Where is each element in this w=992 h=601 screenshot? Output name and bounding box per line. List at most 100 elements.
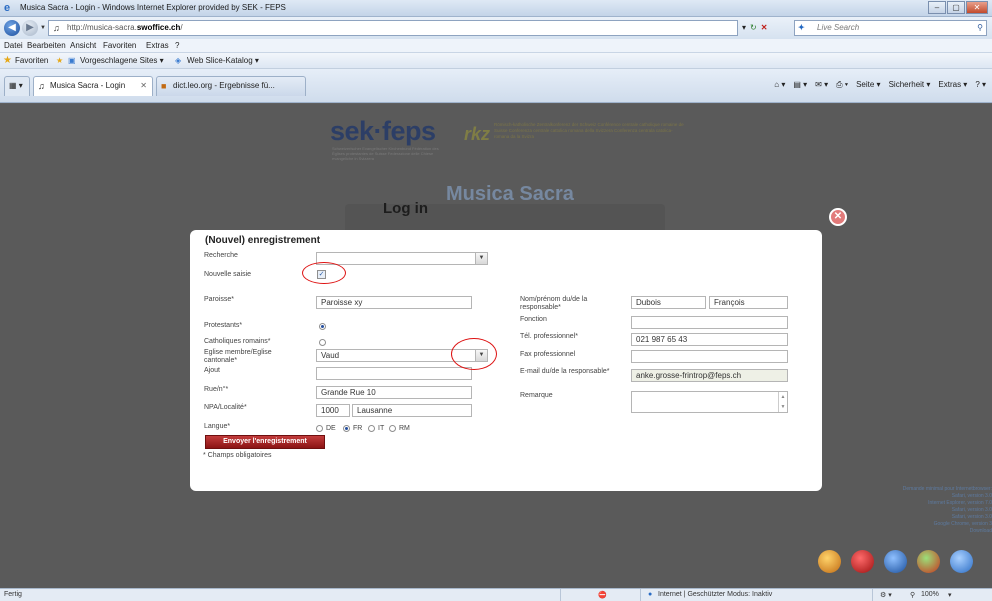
registration-modal: (Nouvel) enregistrement Recherche ▼ Nouv… [190,230,822,491]
annotation-ring-checkbox [302,262,346,284]
protected-mode-icon[interactable]: ⚙ ▾ [880,591,892,599]
quick-tabs-button[interactable]: ▦ ▾ [4,76,30,96]
rue-input[interactable]: Grande Rue 10 [316,386,472,399]
langue-fr-radio[interactable] [343,425,350,432]
status-text: Fertig [4,591,22,598]
favorites-button[interactable]: Favoriten [15,56,48,65]
help-icon[interactable]: ? ▾ [975,80,986,90]
paroisse-label: Paroisse* [204,296,234,303]
chevron-down-icon: ▼ [475,253,487,264]
langue-rm-radio[interactable] [389,425,396,432]
menu-extras[interactable]: Extras [146,41,169,50]
suggested-sites-link[interactable]: Vorgeschlagene Sites ▾ [80,56,164,65]
status-bar: Fertig ⛔ ● Internet | Geschützter Modus:… [0,588,992,601]
suggested-sites-icon: ▣ [68,56,76,65]
textarea-scrollbar[interactable]: ▲ ▼ [778,392,787,412]
security-zone[interactable]: Internet | Geschützter Modus: Inaktiv [658,591,772,598]
npa-input[interactable]: 1000 [316,404,350,417]
search-input[interactable]: ✦ Live Search ⚲ [794,20,987,36]
zoom-level[interactable]: 100% [921,591,939,598]
menu-sicherheit[interactable]: Sicherheit ▾ [889,80,931,90]
nouvelle-saisie-label: Nouvelle saisie [204,271,252,278]
home-icon[interactable]: ⌂ ▾ [774,80,785,90]
langue-it-radio[interactable] [368,425,375,432]
tab-musica-sacra[interactable]: ♫ Musica Sacra - Login ✕ [33,76,153,96]
close-window-button[interactable]: ✕ [966,1,988,14]
add-favorite-icon[interactable]: ★ [56,56,63,65]
submit-button[interactable]: Envoyer l'enregistrement [205,435,325,449]
web-slice-link[interactable]: Web Slice-Katalog ▾ [187,56,259,65]
popup-blocked-icon[interactable]: ⛔ [598,591,607,599]
menu-seite[interactable]: Seite ▾ [856,80,880,90]
search-icon[interactable]: ⚲ [977,21,983,35]
refresh-icon[interactable]: ↻ [750,21,757,35]
localite-input[interactable]: Lausanne [352,404,472,417]
search-placeholder: Live Search [817,23,860,32]
print-icon[interactable]: ⎙ ▾ [836,80,848,90]
fax-input[interactable] [631,350,788,363]
url-field[interactable]: ♫ http://musica-sacra.swoffice.ch/ [48,20,738,36]
sek-feps-subtitle: Schweizerischer Evangelischer Kirchenbun… [332,146,439,161]
notice-line: Google Chrome, version 3 [933,521,992,527]
nom-input[interactable]: Dubois [631,296,706,309]
tel-input[interactable]: 021 987 65 43 [631,333,788,346]
history-dropdown-icon[interactable]: ▼ [40,25,46,31]
remarque-textarea[interactable]: ▲ ▼ [631,391,788,413]
close-tab-icon[interactable]: ✕ [140,77,147,95]
fonction-label: Fonction [520,316,547,323]
fonction-input[interactable] [631,316,788,329]
zoom-icon[interactable]: ⚲ [910,591,915,599]
window-titlebar: e Musica Sacra - Login - Windows Interne… [0,0,992,17]
chrome-icon[interactable] [917,550,940,573]
menu-datei[interactable]: Datei [4,41,23,50]
annotation-ring-select [451,338,497,370]
ajout-label: Ajout [204,367,220,374]
zoom-dropdown-icon[interactable]: ▾ [948,591,952,599]
notice-line: Internet Explorer, version 7.0 [928,500,992,506]
minimize-button[interactable]: – [928,1,946,14]
protestants-radio[interactable] [319,323,326,330]
back-button[interactable]: ◀ [4,20,20,36]
eglise-label: Eglise membre/Eglise cantonale* [204,349,272,364]
internet-explorer-icon[interactable] [884,550,907,573]
menu-favoriten[interactable]: Favoriten [103,41,136,50]
notice-line[interactable]: Download [818,528,992,535]
menu-bearbeiten[interactable]: Bearbeiten [27,41,66,50]
maximize-button[interactable]: ▢ [947,1,965,14]
langue-fr-label: FR [353,425,363,432]
langue-de-label: DE [326,425,336,432]
safari-icon[interactable] [950,550,973,573]
globe-icon: ● [648,591,653,598]
feeds-icon[interactable]: ▤ ▾ [793,80,807,90]
tab-dict-leo[interactable]: ■ dict.leo.org - Ergebnisse fü... [156,76,306,96]
menu-ansicht[interactable]: Ansicht [70,41,96,50]
login-heading: Log in [383,200,428,217]
browser-icons [818,550,973,573]
langue-rm-label: RM [399,425,410,432]
command-bar: ⌂ ▾ ▤ ▾ ✉ ▾ ⎙ ▾ Seite ▾ Sicherheit ▾ Ext… [774,80,986,90]
rkz-logo: rkz [464,124,491,144]
catholiques-radio[interactable] [319,339,326,346]
sek-feps-logo: sek·feps [330,116,436,146]
menu-extras-cmd[interactable]: Extras ▾ [938,80,967,90]
forward-button[interactable]: ▶ [22,20,38,36]
ajout-input[interactable] [316,367,472,380]
langue-it-label: IT [378,425,385,432]
paroisse-input[interactable]: Paroisse xy [316,296,472,309]
notice-title: Demande minimal pour Internetbrowser: [902,486,992,492]
firefox-icon[interactable] [818,550,841,573]
recherche-select[interactable]: ▼ [316,252,488,265]
url-dropdown-icon[interactable]: ▾ [742,21,746,35]
stop-icon[interactable]: ✕ [761,21,768,35]
opera-icon[interactable] [851,550,874,573]
prenom-input[interactable]: François [709,296,788,309]
email-input[interactable]: anke.grosse-frintrop@feps.ch [631,369,788,382]
address-buttons: ▾ ↻ ✕ [742,21,767,35]
tab-bar: ▦ ▾ ♫ Musica Sacra - Login ✕ ■ dict.leo.… [0,69,992,103]
close-modal-icon[interactable]: ✕ [829,208,847,226]
leo-favicon-icon: ■ [161,81,167,91]
tab-label: dict.leo.org - Ergebnisse fü... [173,81,275,90]
langue-de-radio[interactable] [316,425,323,432]
menu-help[interactable]: ? [175,41,179,50]
mail-icon[interactable]: ✉ ▾ [815,80,828,90]
